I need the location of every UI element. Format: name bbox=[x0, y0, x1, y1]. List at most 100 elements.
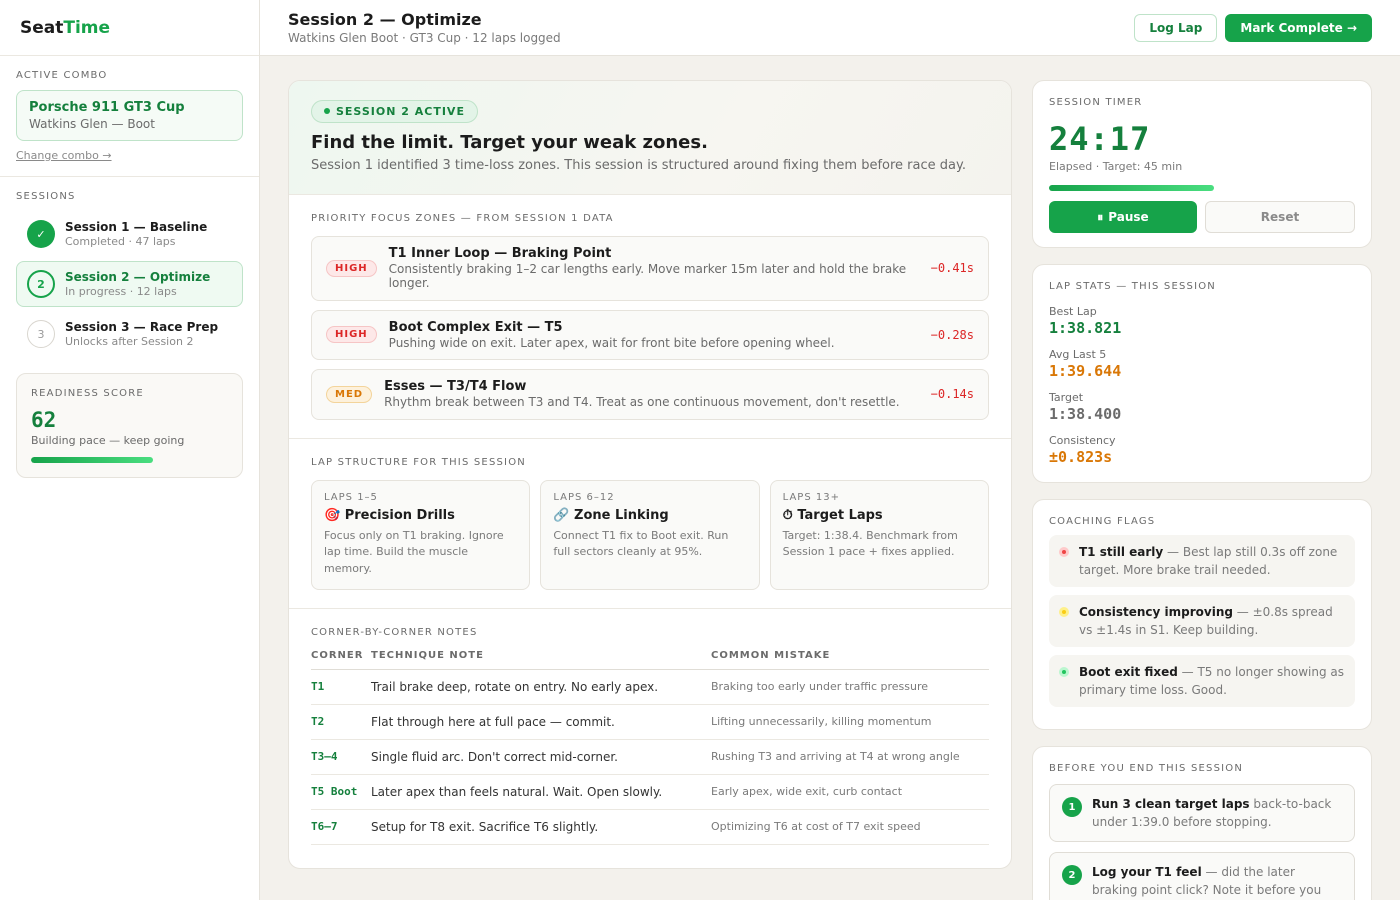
session-checklist-card: BEFORE YOU END THIS SESSION 1 Run 3 clea… bbox=[1032, 746, 1372, 900]
combo-car: Porsche 911 GT3 Cup bbox=[29, 100, 185, 115]
log-lap-button[interactable]: Log Lap bbox=[1134, 13, 1218, 42]
focus-zone-item[interactable]: HIGH Boot Complex Exit — T5 Pushing wide… bbox=[311, 309, 989, 361]
structure-description: Connect T1 fix to Boot exit. Run full se… bbox=[553, 528, 729, 559]
readiness-card: READINESS SCORE 62 Building pace — keep … bbox=[16, 373, 243, 478]
todo-title: Log your T1 feel bbox=[1092, 865, 1202, 879]
session-hero: SESSION 2 ACTIVE Find the limit. Target … bbox=[289, 81, 1011, 195]
stat-label: Target bbox=[1049, 391, 1084, 404]
stat-value: 1:38.400 bbox=[1049, 405, 1122, 423]
checklist-item[interactable]: 1 Run 3 clean target laps back-to-back u… bbox=[1049, 784, 1355, 842]
pause-label: Pause bbox=[1108, 210, 1149, 224]
lap-structure-card[interactable]: LAPS 1–5 🎯 Precision Drills Focus only o… bbox=[311, 479, 531, 590]
column-header: TECHNIQUE NOTE bbox=[371, 649, 711, 670]
active-combo-label: ACTIVE COMBO bbox=[16, 70, 108, 81]
zone-title: Boot Complex Exit — T5 bbox=[388, 319, 563, 335]
page-title: Session 2 — Optimize bbox=[288, 10, 482, 29]
status-dot-icon bbox=[324, 108, 330, 114]
corner-cell: T6–7 bbox=[311, 809, 371, 845]
structure-description: Target: 1:38.4. Benchmark from Session 1… bbox=[782, 528, 958, 559]
focus-zone-item[interactable]: MED Esses — T3/T4 Flow Rhythm break betw… bbox=[311, 369, 989, 420]
corner-cell: T5 Boot bbox=[311, 774, 371, 810]
checklist-item[interactable]: 2 Log your T1 feel — did the later braki… bbox=[1049, 852, 1355, 900]
technique-cell: Flat through here at full pace — commit. bbox=[371, 704, 711, 740]
link-icon: 🔗 bbox=[553, 507, 570, 523]
readiness-note: Building pace — keep going bbox=[31, 434, 185, 447]
change-combo-link[interactable]: Change combo → bbox=[16, 149, 112, 162]
session-timer-card: SESSION TIMER 24:17 Elapsed · Target: 45… bbox=[1032, 80, 1372, 248]
corner-notes-section: CORNER-BY-CORNER NOTES CORNER TECHNIQUE … bbox=[289, 609, 1011, 863]
stat-label: Avg Last 5 bbox=[1049, 348, 1107, 361]
lap-structure-card[interactable]: LAPS 6–12 🔗 Zone Linking Connect T1 fix … bbox=[540, 479, 760, 590]
readiness-bar-fill bbox=[31, 457, 153, 463]
readiness-label: READINESS SCORE bbox=[31, 388, 144, 399]
sidebar-item-session-1[interactable]: ✓ Session 1 — Baseline Completed · 47 la… bbox=[16, 211, 243, 257]
column-header: CORNER bbox=[311, 649, 371, 670]
coaching-flag: Consistency improving — ±0.8s spread vs … bbox=[1049, 595, 1355, 647]
stat-label: Consistency bbox=[1049, 434, 1116, 447]
table-row: T1 Trail brake deep, rotate on entry. No… bbox=[311, 669, 989, 705]
timer-progress-bar bbox=[1049, 185, 1214, 191]
stopwatch-icon: ⏱ bbox=[782, 507, 793, 523]
sidebar-item-session-3[interactable]: 3 Session 3 — Race Prep Unlocks after Se… bbox=[16, 311, 243, 357]
active-combo-card[interactable]: Porsche 911 GT3 Cup Watkins Glen — Boot bbox=[16, 90, 243, 141]
timer-subtext: Elapsed · Target: 45 min bbox=[1049, 160, 1183, 173]
session-timer-label: SESSION TIMER bbox=[1049, 97, 1143, 108]
app-logo[interactable]: Seat Time bbox=[0, 0, 259, 56]
structure-title: Precision Drills bbox=[344, 507, 455, 523]
target-icon: 🎯 bbox=[324, 507, 341, 523]
priority-badge: HIGH bbox=[326, 326, 377, 344]
lap-structure-section: LAP STRUCTURE FOR THIS SESSION LAPS 1–5 … bbox=[289, 439, 1011, 609]
sessions-label: SESSIONS bbox=[16, 191, 76, 202]
priority-badge: HIGH bbox=[326, 259, 377, 277]
corner-notes-label: CORNER-BY-CORNER NOTES bbox=[311, 626, 478, 638]
readiness-bar bbox=[31, 457, 227, 463]
page-subtitle: Watkins Glen Boot · GT3 Cup · 12 laps lo… bbox=[288, 31, 561, 45]
page-header: Session 2 — Optimize Watkins Glen Boot ·… bbox=[260, 0, 1400, 56]
lap-range: LAPS 1–5 bbox=[324, 491, 378, 503]
pause-button[interactable]: ⏸ Pause bbox=[1049, 201, 1197, 233]
column-header: COMMON MISTAKE bbox=[711, 649, 989, 670]
mistake-cell: Early apex, wide exit, curb contact bbox=[711, 774, 989, 810]
sidebar-item-session-2[interactable]: 2 Session 2 — Optimize In progress · 12 … bbox=[16, 261, 243, 307]
stat-consistency: Consistency ±0.823s bbox=[1049, 434, 1355, 466]
coaching-flags-label: COACHING FLAGS bbox=[1049, 516, 1156, 527]
corner-notes-table: CORNER TECHNIQUE NOTE COMMON MISTAKE T1 … bbox=[311, 649, 989, 845]
hero-subtitle: Session 1 identified 3 time-loss zones. … bbox=[311, 157, 966, 173]
lap-stats-label: LAP STATS — THIS SESSION bbox=[1049, 281, 1216, 292]
lap-structure-label: LAP STRUCTURE FOR THIS SESSION bbox=[311, 456, 526, 468]
table-row: T3–4 Single fluid arc. Don't correct mid… bbox=[311, 739, 989, 775]
hero-title: Find the limit. Target your weak zones. bbox=[311, 131, 708, 153]
corner-cell: T2 bbox=[311, 704, 371, 740]
lap-structure-card[interactable]: LAPS 13+ ⏱ Target Laps Target: 1:38.4. B… bbox=[769, 479, 989, 590]
lap-range: LAPS 6–12 bbox=[553, 491, 615, 503]
checklist-label: BEFORE YOU END THIS SESSION bbox=[1049, 763, 1244, 774]
mark-complete-button[interactable]: Mark Complete → bbox=[1225, 13, 1372, 42]
stat-value: 1:38.821 bbox=[1049, 319, 1122, 337]
red-circle-icon bbox=[1059, 547, 1069, 557]
corner-cell: T3–4 bbox=[311, 739, 371, 775]
focus-zone-item[interactable]: HIGH T1 Inner Loop — Braking Point Consi… bbox=[311, 236, 989, 301]
stat-best-lap: Best Lap 1:38.821 bbox=[1049, 305, 1355, 337]
logo-text-seat: Seat bbox=[20, 17, 64, 38]
zone-title: T1 Inner Loop — Braking Point bbox=[388, 246, 612, 261]
focus-zones-label: PRIORITY FOCUS ZONES — FROM SESSION 1 DA… bbox=[311, 213, 614, 224]
corner-cell: T1 bbox=[311, 669, 371, 705]
table-row: T5 Boot Later apex than feels natural. W… bbox=[311, 774, 989, 810]
yellow-circle-icon bbox=[1059, 607, 1069, 617]
reset-button[interactable]: Reset bbox=[1205, 201, 1355, 233]
technique-cell: Trail brake deep, rotate on entry. No ea… bbox=[371, 669, 711, 705]
technique-cell: Setup for T8 exit. Sacrifice T6 slightly… bbox=[371, 809, 711, 845]
flag-title: Boot exit fixed bbox=[1079, 665, 1178, 679]
session-status-badge: SESSION 2 ACTIVE bbox=[311, 99, 478, 123]
stat-avg-last-5: Avg Last 5 1:39.644 bbox=[1049, 348, 1355, 380]
pause-icon: ⏸ bbox=[1097, 209, 1104, 224]
priority-badge: MED bbox=[326, 385, 373, 403]
technique-cell: Single fluid arc. Don't correct mid-corn… bbox=[371, 739, 711, 775]
structure-description: Focus only on T1 braking. Ignore lap tim… bbox=[324, 528, 504, 575]
session-title: Session 3 — Race Prep bbox=[65, 320, 219, 334]
flag-title: T1 still early bbox=[1079, 545, 1164, 559]
mistake-cell: Optimizing T6 at cost of T7 exit speed bbox=[711, 809, 989, 845]
session-sub: In progress · 12 laps bbox=[65, 285, 177, 298]
session-title: Session 1 — Baseline bbox=[65, 220, 208, 234]
session-sub: Completed · 47 laps bbox=[65, 235, 176, 248]
